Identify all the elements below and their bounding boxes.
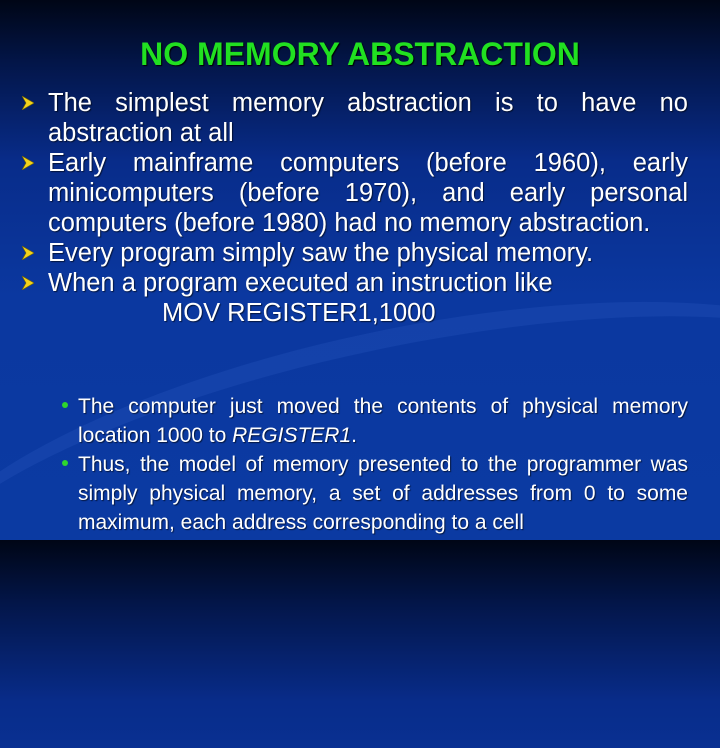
bullet-text: The simplest memory abstraction is to ha… xyxy=(48,89,688,147)
bullet-item: Every program simply saw the physical me… xyxy=(20,238,688,268)
bullet-text: Every program simply saw the physical me… xyxy=(48,239,594,267)
register-name: REGISTER1 xyxy=(232,424,352,447)
sub-bullet-text: Thus, the model of memory presented to t… xyxy=(78,453,688,534)
sub-bullet-item: Thus, the model of memory presented to t… xyxy=(62,450,688,537)
bullet-item: The simplest memory abstraction is to ha… xyxy=(20,88,688,148)
bullet-list: The simplest memory abstraction is to ha… xyxy=(20,88,688,328)
bullet-text: When a program executed an instruction l… xyxy=(48,269,553,297)
arrowhead-bullet-icon xyxy=(22,276,34,290)
sub-bullet-item: The computer just moved the contents of … xyxy=(62,392,688,450)
slide-title: NO MEMORY ABSTRACTION xyxy=(140,36,580,72)
bullet-item: Early mainframe computers (before 1960),… xyxy=(20,148,688,238)
green-dot-bullet-icon xyxy=(62,460,68,466)
code-line: MOV REGISTER1,1000 xyxy=(162,299,436,327)
bullet-text: Early mainframe computers (before 1960),… xyxy=(48,149,688,237)
green-dot-bullet-icon xyxy=(62,402,68,408)
sub-bullet-text-end: . xyxy=(351,424,357,447)
arrowhead-bullet-icon xyxy=(22,96,34,110)
bullet-item: When a program executed an instruction l… xyxy=(20,268,688,298)
sub-bullet-text: The computer just moved the contents of … xyxy=(78,395,688,447)
arrowhead-bullet-icon xyxy=(22,156,34,170)
arrowhead-bullet-icon xyxy=(22,246,34,260)
sub-bullet-list: The computer just moved the contents of … xyxy=(62,392,688,537)
